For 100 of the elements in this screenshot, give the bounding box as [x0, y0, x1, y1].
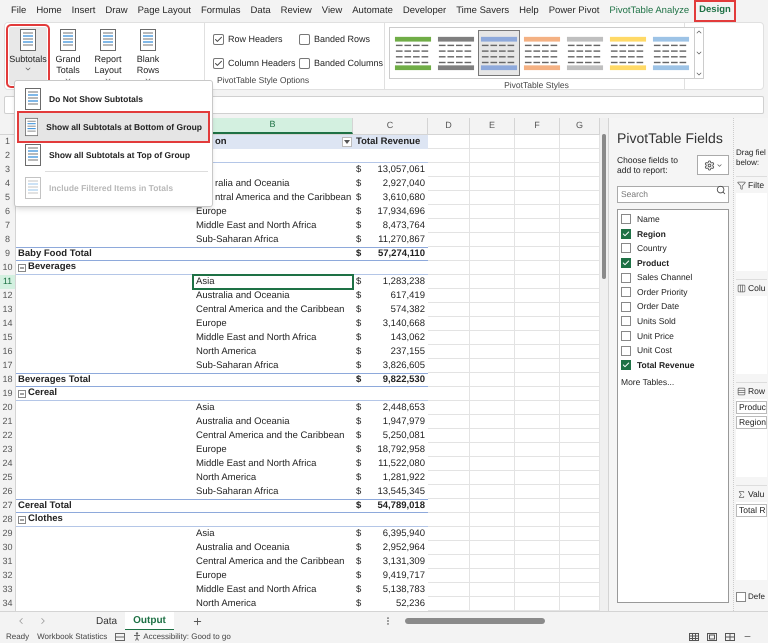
empty-cell[interactable]	[193, 499, 353, 513]
normal-view-icon[interactable]	[689, 632, 699, 640]
area-item[interactable]: Total R	[736, 504, 767, 517]
collapse-icon[interactable]	[18, 390, 26, 398]
currency-sign: $	[356, 400, 362, 415]
checkbox[interactable]	[621, 258, 631, 268]
currency-sign: $	[356, 330, 362, 345]
field-label[interactable]: Sales Channel	[637, 271, 692, 284]
empty-cell[interactable]	[193, 373, 353, 387]
search-field[interactable]: Search	[617, 186, 729, 202]
row-number: 11	[2, 275, 12, 288]
area-item[interactable]: Region	[736, 416, 767, 429]
area-item[interactable]: Produc	[736, 401, 767, 414]
menu-item[interactable]: Show all Subtotals at Bottom of Group	[19, 113, 208, 141]
scroll-down-icon[interactable]	[695, 49, 703, 57]
accessibility-icon[interactable]	[133, 632, 142, 641]
ribbon-tab[interactable]: Home	[31, 0, 67, 22]
region-label: Middle East and North Africa	[196, 330, 316, 345]
row-number: 12	[2, 289, 12, 302]
checkbox[interactable]	[621, 287, 631, 298]
checkbox[interactable]	[621, 302, 631, 312]
field-label[interactable]: Total Revenue	[637, 358, 694, 372]
row-number: 18	[2, 373, 12, 386]
ribbon-tab[interactable]: Design	[694, 0, 736, 22]
currency-sign: $	[356, 442, 362, 457]
row-number: 3	[4, 163, 10, 176]
region-label: North America	[196, 470, 256, 485]
field-label[interactable]: Name	[637, 212, 660, 226]
checkbox[interactable]	[621, 346, 631, 356]
field-label[interactable]: Units Sold	[637, 315, 676, 328]
style-swatch[interactable]	[478, 30, 520, 76]
ribbon-tab[interactable]: Page Layout	[132, 0, 196, 22]
page-layout-icon[interactable]	[707, 632, 717, 640]
collapse-icon[interactable]	[18, 264, 26, 272]
checkbox[interactable]	[621, 360, 631, 370]
checkbox[interactable]	[621, 214, 631, 224]
checkbox[interactable]	[621, 331, 631, 342]
field-label[interactable]: Order Date	[637, 300, 680, 314]
collapse-icon[interactable]	[18, 516, 26, 524]
checkbox[interactable]	[621, 228, 631, 239]
sheet-tab[interactable]: Data	[88, 612, 126, 630]
more-tables-link[interactable]: More Tables...	[621, 376, 725, 388]
checkbox[interactable]	[736, 592, 746, 602]
checkbox[interactable]	[213, 34, 224, 46]
checkbox[interactable]	[621, 243, 631, 254]
checkbox[interactable]	[621, 316, 631, 326]
row-number: 24	[2, 457, 12, 470]
row-number: 4	[4, 177, 10, 190]
field-label[interactable]: Product	[637, 256, 670, 270]
settings-dropdown-button[interactable]	[697, 155, 729, 175]
ribbon-tab[interactable]: Time Savers	[451, 0, 514, 22]
field-label[interactable]: Unit Cost	[637, 344, 672, 358]
checkbox[interactable]	[299, 34, 310, 46]
scroll-up-icon[interactable]	[695, 28, 703, 36]
table-layout-icon	[20, 29, 36, 51]
ribbon-tab[interactable]: Automate	[347, 0, 398, 22]
ribbon-tab[interactable]: Help	[514, 0, 544, 22]
field-label[interactable]: Country	[637, 242, 667, 255]
menu-item[interactable]: Show all Subtotals at Top of Group	[19, 141, 208, 169]
ribbon-tab[interactable]: Power Pivot	[544, 0, 604, 22]
status-text[interactable]: Accessibility: Good to go	[143, 630, 231, 642]
ribbon-tab[interactable]: Review	[276, 0, 317, 22]
ribbon-tab[interactable]: Formulas	[196, 0, 246, 22]
statistics-icon[interactable]	[115, 632, 126, 640]
drag-hint: below:	[736, 158, 760, 168]
column-header[interactable]: E	[470, 118, 515, 134]
ribbon-tab[interactable]: View	[316, 0, 348, 22]
status-text[interactable]: Workbook Statistics	[37, 630, 108, 642]
checkbox-label: Banded Rows	[314, 33, 370, 46]
currency-sign: $	[356, 288, 362, 303]
vertical-scrollbar[interactable]	[600, 118, 608, 611]
more-styles-icon[interactable]	[695, 70, 703, 78]
column-header[interactable]: D	[428, 118, 470, 134]
horizontal-scrollbar[interactable]	[404, 618, 545, 624]
ribbon-tab[interactable]: Draw	[100, 0, 133, 22]
row-number: 13	[2, 303, 12, 316]
row-number: 6	[4, 205, 10, 218]
ribbon-tab[interactable]: Developer	[398, 0, 452, 22]
add-sheet-icon[interactable]	[192, 616, 203, 626]
empty-cell[interactable]	[193, 247, 353, 261]
ribbon-tab[interactable]: File	[6, 0, 32, 22]
ribbon-tab[interactable]: PivotTable Analyze	[604, 0, 694, 22]
row-number: 26	[2, 485, 12, 498]
row-number: 1	[4, 135, 10, 148]
ribbon-tab[interactable]: Insert	[66, 0, 100, 22]
checkbox[interactable]	[621, 272, 631, 283]
filter-dropdown-button[interactable]	[342, 137, 352, 147]
currency-sign: $	[356, 372, 362, 387]
field-label[interactable]: Unit Price	[637, 330, 674, 342]
region-label: Europe	[196, 316, 227, 331]
layout-button[interactable]: Subtotals	[9, 27, 47, 85]
field-label[interactable]: Region	[637, 228, 666, 240]
ribbon-tab[interactable]: Data	[246, 0, 276, 22]
field-label[interactable]: Order Priority	[637, 286, 688, 299]
sheet-tab[interactable]: Output	[125, 612, 174, 630]
checkbox[interactable]	[213, 58, 224, 69]
checkbox[interactable]	[299, 58, 310, 69]
page-break-icon[interactable]	[725, 632, 735, 640]
column-header[interactable]: F	[515, 118, 560, 134]
column-header[interactable]: C	[353, 118, 428, 134]
